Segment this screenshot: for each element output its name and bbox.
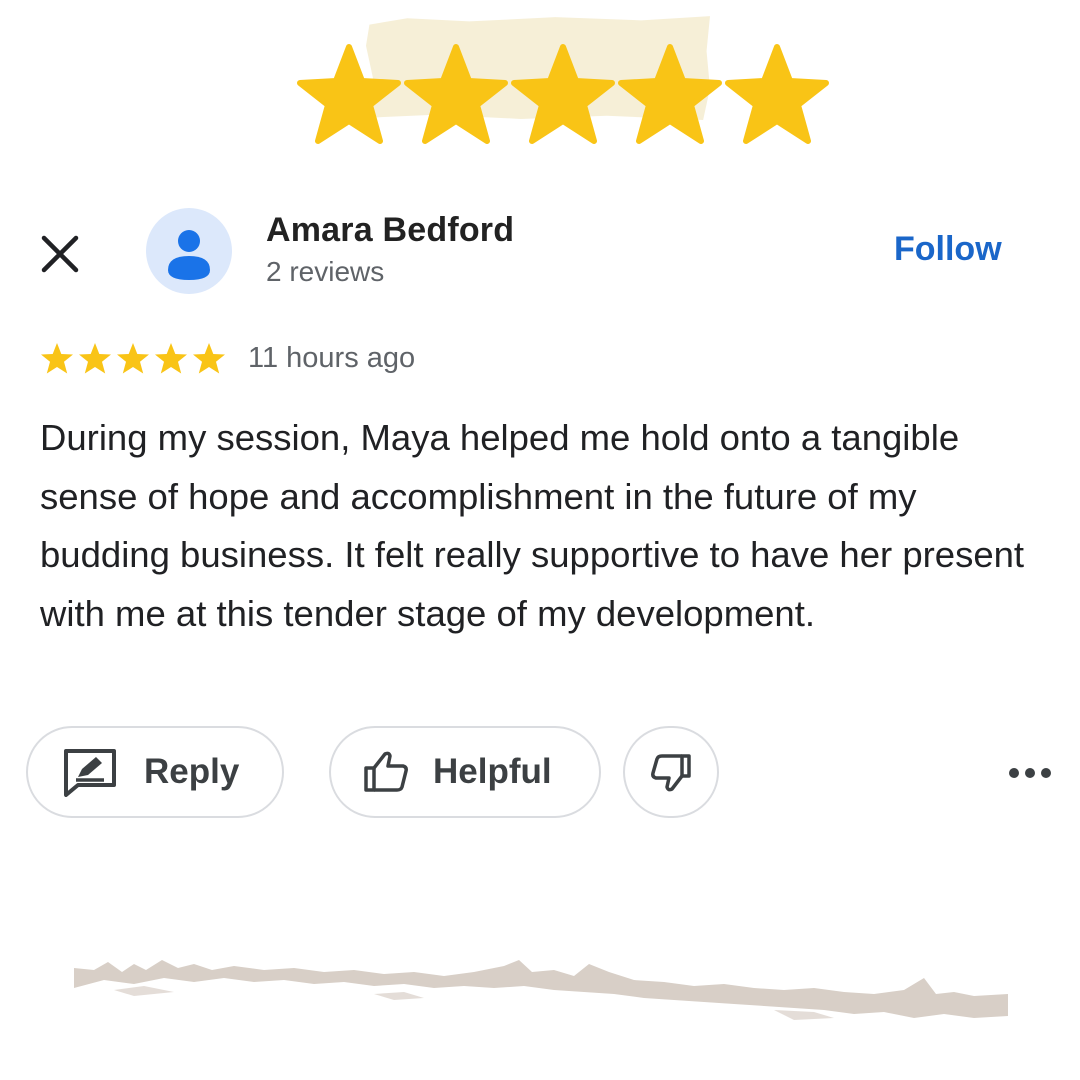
rating-stars-icon: [41, 343, 225, 374]
person-icon: [168, 230, 210, 280]
review-text: During my session, Maya helped me hold o…: [40, 417, 1025, 634]
banner-star-icon: [300, 47, 398, 141]
brush-stroke-decoration: [74, 958, 1008, 1038]
thumbs-up-icon: [364, 751, 408, 792]
rating-star-icon: [193, 343, 225, 374]
more-options-button[interactable]: [1004, 758, 1056, 788]
review-timestamp: 11 hours ago: [248, 342, 416, 374]
banner-star-rating: [294, 42, 834, 146]
helpful-button[interactable]: Helpful: [329, 726, 601, 818]
helpful-label: Helpful: [433, 752, 552, 791]
reply-button[interactable]: Reply: [26, 726, 284, 818]
banner-star-icon: [514, 47, 612, 141]
thumbs-down-icon: [651, 754, 691, 792]
banner-star-icon: [728, 47, 826, 141]
reply-label: Reply: [144, 752, 240, 791]
follow-button[interactable]: Follow: [894, 230, 1002, 269]
rating-star-icon: [41, 343, 73, 374]
banner-star-icon: [621, 47, 719, 141]
banner-star-icon: [407, 47, 505, 141]
rating-star-icon: [79, 343, 111, 374]
rating-star-icon: [155, 343, 187, 374]
reviewer-name[interactable]: Amara Bedford: [266, 211, 514, 250]
close-button[interactable]: [38, 232, 82, 276]
not-helpful-button[interactable]: [623, 726, 719, 818]
rating-star-icon: [117, 343, 149, 374]
brush-stroke-icon: [74, 960, 1008, 1020]
close-icon: [41, 235, 79, 273]
banner-stars-icon: [294, 42, 834, 146]
more-icon: [1009, 768, 1051, 778]
reply-icon: [64, 749, 116, 797]
review-count: 2 reviews: [266, 256, 385, 287]
review-star-rating: [40, 342, 226, 376]
avatar[interactable]: [146, 208, 232, 294]
